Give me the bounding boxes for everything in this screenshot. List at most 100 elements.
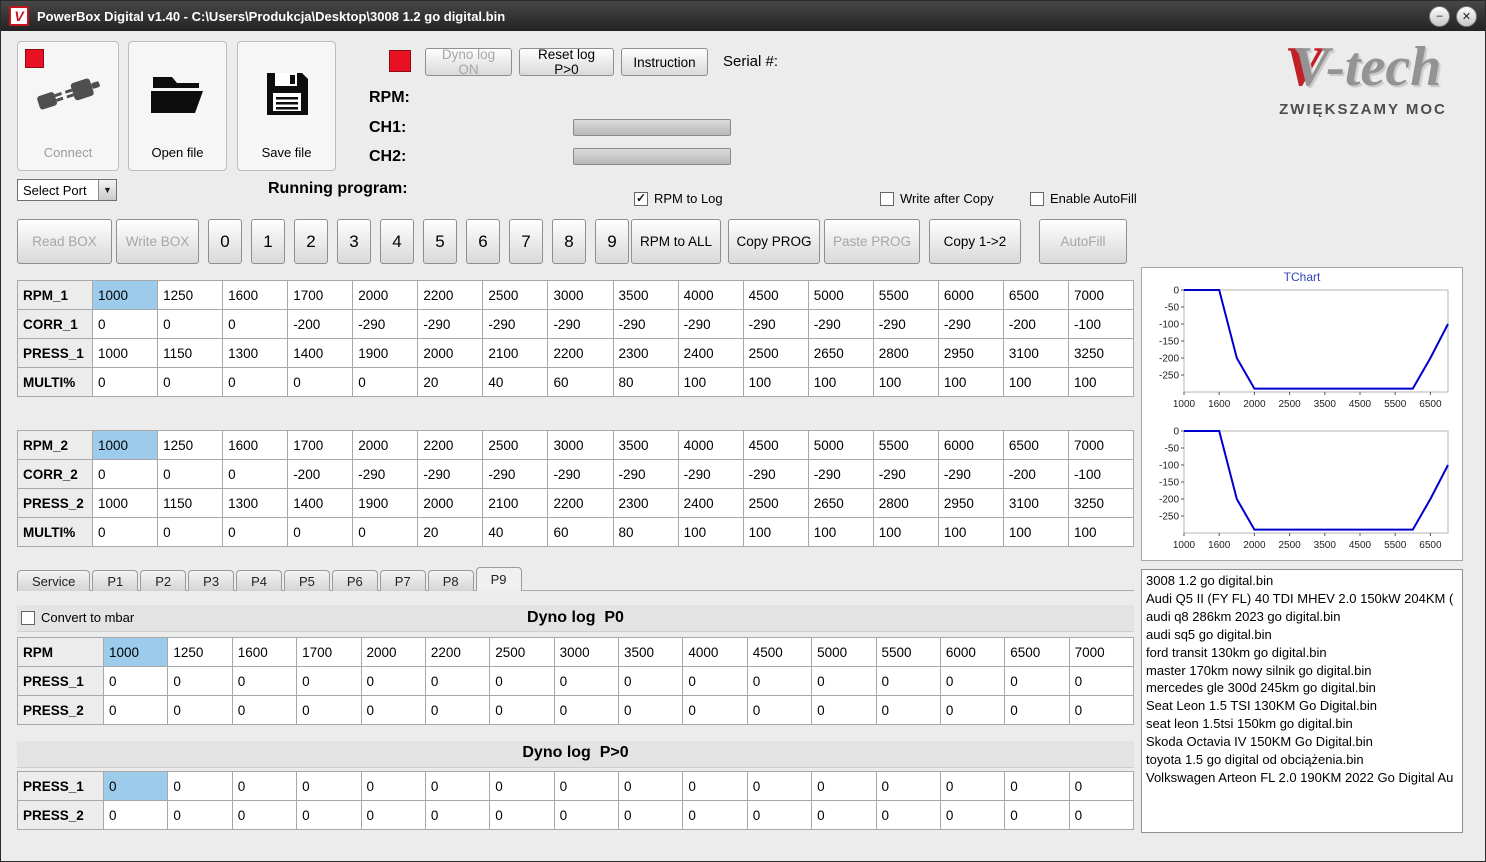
value-cell[interactable]: 0 bbox=[157, 309, 224, 339]
value-cell[interactable]: 2650 bbox=[807, 338, 874, 368]
connect-button[interactable]: Connect bbox=[17, 41, 119, 171]
value-cell[interactable]: 1000 bbox=[102, 637, 169, 667]
value-cell[interactable]: 0 bbox=[746, 666, 813, 696]
write-after-copy-checkbox[interactable]: Write after Copy bbox=[880, 191, 994, 206]
number-button-5[interactable]: 5 bbox=[423, 219, 457, 264]
value-cell[interactable]: 1400 bbox=[287, 488, 354, 518]
value-cell[interactable]: -290 bbox=[742, 459, 809, 489]
value-cell[interactable]: 2100 bbox=[482, 488, 549, 518]
value-cell[interactable]: 3500 bbox=[617, 637, 684, 667]
number-button-8[interactable]: 8 bbox=[552, 219, 586, 264]
value-cell[interactable]: 3000 bbox=[547, 430, 614, 460]
value-cell[interactable]: 100 bbox=[872, 517, 939, 547]
file-item[interactable]: Volkswagen Arteon FL 2.0 190KM 2022 Go D… bbox=[1142, 769, 1462, 787]
value-cell[interactable]: 0 bbox=[287, 517, 354, 547]
value-cell[interactable]: 0 bbox=[875, 800, 941, 830]
value-cell[interactable]: -290 bbox=[352, 309, 419, 339]
file-item[interactable]: 3008 1.2 go digital.bin bbox=[1142, 572, 1462, 590]
value-cell[interactable]: 2800 bbox=[872, 338, 939, 368]
value-cell[interactable]: 60 bbox=[547, 367, 614, 397]
rpm-to-log-checkbox[interactable]: RPM to Log bbox=[634, 191, 723, 206]
value-cell[interactable]: 0 bbox=[167, 666, 233, 696]
value-cell[interactable]: 100 bbox=[937, 517, 1004, 547]
value-cell[interactable]: 0 bbox=[1004, 771, 1070, 801]
value-cell[interactable]: 0 bbox=[1068, 695, 1135, 725]
value-cell[interactable]: 1000 bbox=[91, 488, 159, 518]
value-cell[interactable]: 0 bbox=[553, 771, 620, 801]
value-cell[interactable]: 2300 bbox=[612, 488, 679, 518]
value-cell[interactable]: 0 bbox=[296, 800, 362, 830]
value-cell[interactable]: 4000 bbox=[677, 430, 744, 460]
value-cell[interactable]: 0 bbox=[167, 771, 233, 801]
value-cell[interactable]: 0 bbox=[352, 367, 419, 397]
value-cell[interactable]: 1250 bbox=[157, 280, 224, 310]
value-cell[interactable]: 0 bbox=[489, 771, 555, 801]
enable-autofill-checkbox[interactable]: Enable AutoFill bbox=[1030, 191, 1137, 206]
value-cell[interactable]: 3250 bbox=[1067, 338, 1135, 368]
value-cell[interactable]: 6000 bbox=[937, 280, 1004, 310]
value-cell[interactable]: 0 bbox=[617, 666, 684, 696]
value-cell[interactable]: 2200 bbox=[417, 280, 484, 310]
value-cell[interactable]: 2000 bbox=[352, 430, 419, 460]
value-cell[interactable]: 0 bbox=[1004, 666, 1070, 696]
value-cell[interactable]: 0 bbox=[875, 771, 941, 801]
value-cell[interactable]: 0 bbox=[296, 771, 362, 801]
value-cell[interactable]: 4000 bbox=[682, 637, 748, 667]
value-cell[interactable]: 0 bbox=[157, 517, 224, 547]
tab-p9[interactable]: P9 bbox=[475, 567, 522, 591]
value-cell[interactable]: 100 bbox=[677, 367, 744, 397]
tab-p4[interactable]: P4 bbox=[236, 570, 282, 591]
value-cell[interactable]: -290 bbox=[807, 309, 874, 339]
value-cell[interactable]: 2000 bbox=[417, 338, 484, 368]
value-cell[interactable]: 1250 bbox=[167, 637, 233, 667]
file-item[interactable]: mercedes gle 300d 245km go digital.bin bbox=[1142, 679, 1462, 697]
value-cell[interactable]: 80 bbox=[612, 367, 679, 397]
value-cell[interactable]: 0 bbox=[1068, 771, 1135, 801]
value-cell[interactable]: 6000 bbox=[937, 430, 1004, 460]
value-cell[interactable]: 7000 bbox=[1068, 637, 1135, 667]
copy-1-to-2-button[interactable]: Copy 1->2 bbox=[929, 219, 1021, 264]
tab-p3[interactable]: P3 bbox=[188, 570, 235, 591]
value-cell[interactable]: 0 bbox=[682, 666, 748, 696]
value-cell[interactable]: 0 bbox=[91, 459, 159, 489]
value-cell[interactable]: 0 bbox=[1068, 666, 1135, 696]
value-cell[interactable]: -100 bbox=[1067, 459, 1135, 489]
value-cell[interactable]: 1300 bbox=[222, 488, 289, 518]
value-cell[interactable]: 1000 bbox=[91, 430, 159, 460]
value-cell[interactable]: 3500 bbox=[612, 280, 679, 310]
value-cell[interactable]: 0 bbox=[746, 695, 813, 725]
value-cell[interactable]: 0 bbox=[939, 666, 1006, 696]
value-cell[interactable]: 2500 bbox=[742, 488, 809, 518]
value-cell[interactable]: 0 bbox=[1004, 800, 1070, 830]
value-cell[interactable]: 4000 bbox=[677, 280, 744, 310]
value-cell[interactable]: -290 bbox=[937, 459, 1004, 489]
value-cell[interactable]: 2000 bbox=[352, 280, 419, 310]
write-box-button[interactable]: Write BOX bbox=[116, 219, 199, 264]
value-cell[interactable]: 5500 bbox=[872, 280, 939, 310]
value-cell[interactable]: 1600 bbox=[222, 280, 289, 310]
value-cell[interactable]: 100 bbox=[742, 367, 809, 397]
value-cell[interactable]: 60 bbox=[547, 517, 614, 547]
value-cell[interactable]: 1000 bbox=[91, 338, 159, 368]
file-item[interactable]: Audi Q5 II (FY FL) 40 TDI MHEV 2.0 150kW… bbox=[1142, 590, 1462, 608]
copy-prog-button[interactable]: Copy PROG bbox=[728, 219, 820, 264]
value-cell[interactable]: 0 bbox=[157, 367, 224, 397]
value-cell[interactable]: 0 bbox=[875, 695, 941, 725]
value-cell[interactable]: 100 bbox=[742, 517, 809, 547]
value-cell[interactable]: 2500 bbox=[482, 280, 549, 310]
value-cell[interactable]: 0 bbox=[811, 800, 877, 830]
value-cell[interactable]: 0 bbox=[231, 666, 298, 696]
value-cell[interactable]: 0 bbox=[222, 309, 289, 339]
tab-service[interactable]: Service bbox=[17, 570, 91, 591]
value-cell[interactable]: 0 bbox=[939, 800, 1006, 830]
value-cell[interactable]: 100 bbox=[807, 367, 874, 397]
value-cell[interactable]: 1300 bbox=[222, 338, 289, 368]
tab-p6[interactable]: P6 bbox=[331, 570, 378, 591]
value-cell[interactable]: 0 bbox=[222, 517, 289, 547]
value-cell[interactable]: 4500 bbox=[746, 637, 813, 667]
value-cell[interactable]: 0 bbox=[424, 666, 491, 696]
value-cell[interactable]: 0 bbox=[682, 771, 748, 801]
value-cell[interactable]: -290 bbox=[872, 309, 939, 339]
value-cell[interactable]: 1150 bbox=[157, 488, 224, 518]
value-cell[interactable]: 3100 bbox=[1002, 488, 1069, 518]
